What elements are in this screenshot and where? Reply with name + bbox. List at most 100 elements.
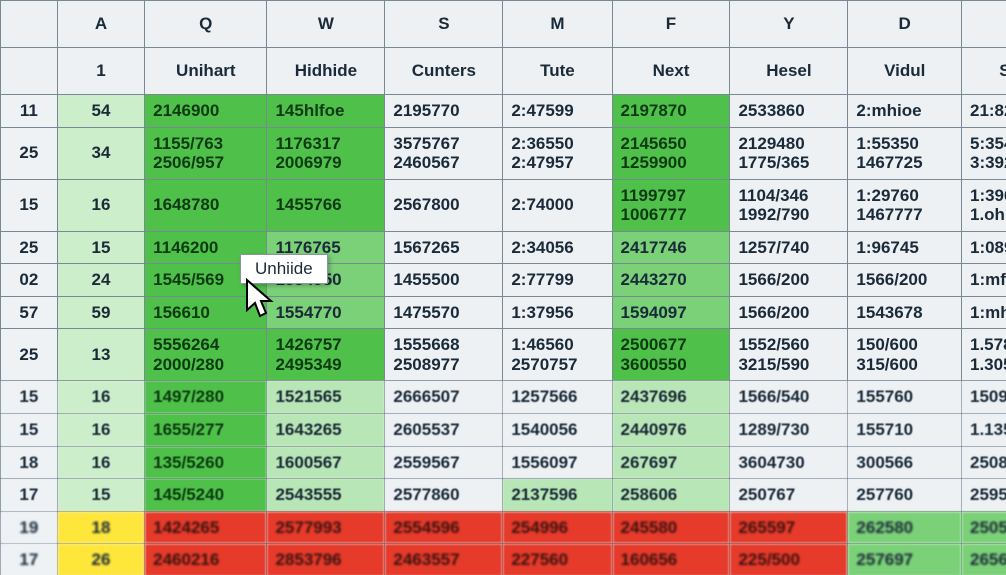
data-cell[interactable]: 155710 [848, 414, 962, 447]
data-cell[interactable]: 1.57815 1.30597 [961, 329, 1006, 381]
data-cell[interactable]: 265597 [730, 511, 848, 544]
column-subheader[interactable]: Hidhide [267, 48, 385, 95]
data-cell[interactable]: 1:37956 [503, 296, 612, 329]
data-cell[interactable]: 300566 [848, 446, 962, 479]
data-cell[interactable]: 1:46560 2570757 [503, 329, 612, 381]
column-subheader[interactable]: Unihart [145, 48, 267, 95]
table-row[interactable]: 15161648780145576625678002:740001199797 … [1, 179, 1006, 231]
column-subheader[interactable]: Siterl [961, 48, 1006, 95]
data-cell[interactable]: 2577993 [267, 511, 385, 544]
col-a-cell[interactable]: 13 [57, 329, 144, 381]
column-subheader[interactable]: Tute [503, 48, 612, 95]
data-cell[interactable]: 1:29760 1467777 [848, 179, 962, 231]
data-cell[interactable]: 1:39654 1.ohbet [961, 179, 1006, 231]
data-cell[interactable]: 258606 [612, 479, 730, 512]
data-cell[interactable]: 1567265 [385, 231, 503, 264]
data-cell[interactable]: 1655/277 [145, 414, 267, 447]
col-a-cell[interactable]: 59 [57, 296, 144, 329]
column-subheader[interactable]: Vidul [848, 48, 962, 95]
data-cell[interactable]: 155760 [848, 381, 962, 414]
column-subheader[interactable]: Cunters [385, 48, 503, 95]
table-row[interactable]: 25135556264 2000/2801426757 249534915556… [1, 329, 1006, 381]
data-cell[interactable]: 2:36550 2:47957 [503, 127, 612, 179]
column-title-row[interactable]: 1UnihartHidhideCuntersTuteNextHeselVidul… [1, 48, 1006, 95]
data-cell[interactable]: 2500677 3600550 [612, 329, 730, 381]
data-cell[interactable]: 265690 [961, 544, 1006, 575]
table-row[interactable]: 1715145/52402543555257786021375962586062… [1, 479, 1006, 512]
data-cell[interactable]: 135/5260 [145, 446, 267, 479]
data-cell[interactable]: 2:77799 [503, 264, 612, 297]
data-cell[interactable]: 250767 [730, 479, 848, 512]
row-number[interactable]: 57 [1, 296, 58, 329]
data-cell[interactable]: 1643265 [267, 414, 385, 447]
row-number[interactable]: 15 [1, 414, 58, 447]
row-number[interactable]: 11 [1, 95, 58, 128]
data-cell[interactable]: 2567800 [385, 179, 503, 231]
data-cell[interactable]: 2146900 [145, 95, 267, 128]
data-cell[interactable]: 1566/540 [730, 381, 848, 414]
table-row[interactable]: 11542146900145hlfoe21957702:475992197870… [1, 95, 1006, 128]
data-cell[interactable]: 2129480 1775/365 [730, 127, 848, 179]
row-number[interactable]: 25 [1, 329, 58, 381]
column-header[interactable]: W [267, 1, 385, 48]
col-a-cell[interactable]: 24 [57, 264, 144, 297]
table-row[interactable]: 15161655/2771643265260553715400562440976… [1, 414, 1006, 447]
data-cell[interactable]: 1426757 2495349 [267, 329, 385, 381]
data-cell[interactable]: 2559567 [385, 446, 503, 479]
data-cell[interactable]: 1289/730 [730, 414, 848, 447]
data-cell[interactable]: 250800 [961, 446, 1006, 479]
data-cell[interactable]: 1556097 [503, 446, 612, 479]
col-a-cell[interactable]: 16 [57, 446, 144, 479]
data-cell[interactable]: 145hlfoe [267, 95, 385, 128]
data-cell[interactable]: 1199797 1006777 [612, 179, 730, 231]
col-a-cell[interactable]: 16 [57, 179, 144, 231]
row-number[interactable]: 17 [1, 479, 58, 512]
data-cell[interactable]: 2605537 [385, 414, 503, 447]
table-row[interactable]: 25151146200117676515672652:3405624177461… [1, 231, 1006, 264]
unhide-tooltip[interactable]: Unhiide [240, 254, 328, 284]
table-row[interactable]: 25341155/763 2506/9571176317 20069793575… [1, 127, 1006, 179]
column-subheader[interactable]: Hesel [730, 48, 848, 95]
data-cell[interactable]: 1540056 [503, 414, 612, 447]
column-header[interactable]: M [503, 1, 612, 48]
data-cell[interactable]: 2137596 [503, 479, 612, 512]
data-cell[interactable]: 1566/200 [848, 264, 962, 297]
col-a-cell[interactable]: 34 [57, 127, 144, 179]
data-cell[interactable]: 3604730 [730, 446, 848, 479]
column-header[interactable]: Q [145, 1, 267, 48]
data-cell[interactable]: 1176317 2006979 [267, 127, 385, 179]
data-cell[interactable]: 145/5240 [145, 479, 267, 512]
data-cell[interactable]: 1552/560 3215/590 [730, 329, 848, 381]
data-cell[interactable]: 1648780 [145, 179, 267, 231]
data-cell[interactable]: 150/600 315/600 [848, 329, 962, 381]
data-cell[interactable]: 2195770 [385, 95, 503, 128]
data-cell[interactable]: 1497/280 [145, 381, 267, 414]
column-subheader[interactable]: Next [612, 48, 730, 95]
data-cell[interactable]: 156610 [145, 296, 267, 329]
table-body[interactable]: 11542146900145hlfoe21957702:475992197870… [1, 95, 1006, 575]
data-cell[interactable]: 267697 [612, 446, 730, 479]
table-row[interactable]: 1918142426525779932554596254996245580265… [1, 511, 1006, 544]
column-subheader[interactable]: 1 [57, 48, 144, 95]
col-a-cell[interactable]: 54 [57, 95, 144, 128]
row-number[interactable]: 25 [1, 231, 58, 264]
row-number[interactable]: 15 [1, 381, 58, 414]
column-letter-row[interactable]: AQWSMFYDG [1, 1, 1006, 48]
data-cell[interactable]: 262580 [848, 511, 962, 544]
data-cell[interactable]: 2:34056 [503, 231, 612, 264]
data-cell[interactable]: 160656 [612, 544, 730, 575]
data-cell[interactable]: 1475570 [385, 296, 503, 329]
column-header[interactable] [1, 1, 58, 48]
data-cell[interactable]: 2577860 [385, 479, 503, 512]
table-row[interactable]: 1816135/52601600567255956715560972676973… [1, 446, 1006, 479]
column-header[interactable]: S [385, 1, 503, 48]
col-a-cell[interactable]: 15 [57, 479, 144, 512]
row-number[interactable]: 18 [1, 446, 58, 479]
data-cell[interactable]: 2440976 [612, 414, 730, 447]
data-cell[interactable]: 1566/200 [730, 264, 848, 297]
data-cell[interactable]: 2437696 [612, 381, 730, 414]
data-cell[interactable]: 2443270 [612, 264, 730, 297]
data-cell[interactable]: 227560 [503, 544, 612, 575]
column-header[interactable]: D [848, 1, 962, 48]
data-cell[interactable]: 1543678 [848, 296, 962, 329]
